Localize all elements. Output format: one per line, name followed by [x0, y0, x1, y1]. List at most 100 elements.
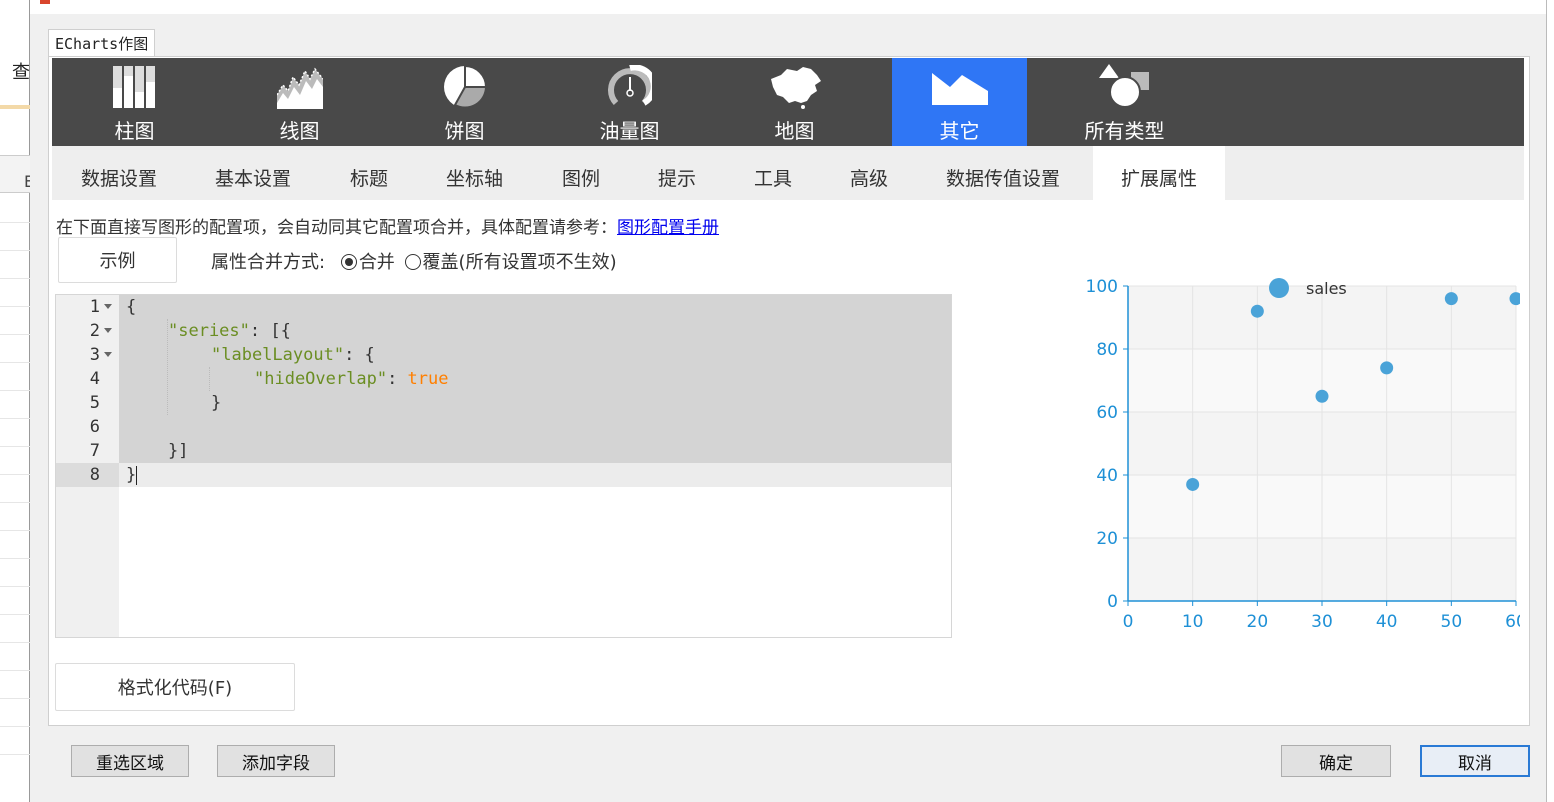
panel-tab-echarts[interactable]: ECharts作图 — [48, 29, 156, 57]
code-line: 6 — [56, 415, 951, 439]
echarts-dialog: ECharts作图 柱图 线图 饼图 油量图 地图 其它 所有类型 数据设置 基… — [30, 0, 1546, 802]
tab-extended-properties[interactable]: 扩展属性 — [1093, 146, 1226, 200]
tab-data-passing[interactable]: 数据传值设置 — [946, 164, 1060, 191]
background-grid-line — [0, 250, 30, 251]
chart-type-label: 线图 — [279, 119, 320, 143]
code-editor[interactable]: 1 { 2 "series": [{ 3 "labelLayout": { 4 … — [55, 294, 952, 638]
x-tick-label: 10 — [1182, 612, 1204, 632]
override-option[interactable]: 覆盖(所有设置项不生效) — [404, 252, 617, 273]
line-number: 5 — [89, 393, 100, 413]
background-text: 查 — [12, 62, 30, 83]
tab-title[interactable]: 标题 — [350, 164, 388, 191]
code-text: { — [126, 297, 137, 317]
code-line: 7 }] — [56, 439, 951, 463]
code-line: 4 "hideOverlap": true — [56, 367, 951, 391]
background-grid-line — [0, 222, 30, 223]
tab-advanced[interactable]: 高级 — [850, 164, 888, 191]
chart-preview: 0 20 40 60 80 100 0 10 20 30 40 50 60 sales — [1086, 277, 1520, 632]
code-text: } — [211, 393, 222, 413]
tab-data-settings[interactable]: 数据设置 — [81, 164, 157, 191]
background-grid-line — [0, 362, 30, 363]
code-punct: : — [387, 369, 408, 389]
background-grid-line — [0, 278, 30, 279]
settings-tab-bar: 数据设置 基本设置 标题 坐标轴 图例 提示 工具 高级 数据传值设置 扩展属性 — [52, 146, 1524, 200]
legend-marker — [1269, 278, 1289, 298]
fold-arrow-icon[interactable] — [104, 304, 112, 309]
code-line-current: 8 } — [56, 463, 951, 487]
radio-merge[interactable] — [340, 254, 357, 270]
scatter-point — [1250, 304, 1264, 318]
code-text: "series": [{ — [168, 321, 291, 341]
code-key: "series" — [168, 321, 250, 341]
line-number: 3 — [89, 345, 100, 365]
background-grid-line — [0, 642, 30, 643]
y-tick-label: 20 — [1096, 529, 1118, 549]
chart-type-gauge-chart[interactable]: 油量图 — [562, 58, 697, 146]
code-text: "labelLayout": { — [211, 345, 375, 365]
fold-arrow-icon[interactable] — [104, 352, 112, 357]
code-punct: : { — [344, 345, 375, 365]
chart-type-pie-chart[interactable]: 饼图 — [397, 58, 532, 146]
background-app-left: 查 E — [0, 0, 34, 802]
line-chart-icon — [232, 62, 367, 112]
example-button[interactable]: 示例 — [58, 237, 177, 283]
reselect-area-button[interactable]: 重选区域 — [71, 745, 189, 777]
add-field-button[interactable]: 添加字段 — [217, 745, 335, 777]
background-grid-line — [0, 698, 30, 699]
chart-type-line-chart[interactable]: 线图 — [232, 58, 367, 146]
line-number: 8 — [89, 465, 100, 485]
chart-type-label: 油量图 — [599, 119, 660, 143]
x-tick-label: 20 — [1247, 612, 1269, 632]
code-text: "hideOverlap": true — [254, 369, 449, 389]
background-grid-line — [0, 306, 30, 307]
scatter-point — [1380, 361, 1394, 375]
config-manual-link[interactable]: 图形配置手册 — [617, 218, 719, 238]
code-key: "hideOverlap" — [254, 369, 388, 389]
chart-type-bar: 柱图 线图 饼图 油量图 地图 其它 所有类型 — [52, 58, 1524, 146]
line-number: 1 — [89, 297, 100, 317]
code-text: } — [126, 465, 137, 485]
format-code-button[interactable]: 格式化代码(F) — [55, 663, 295, 711]
background-grid-line — [0, 530, 30, 531]
scatter-point — [1444, 292, 1458, 306]
chart-type-label: 其它 — [939, 119, 980, 143]
radio-override[interactable] — [404, 254, 421, 270]
background-grid-line — [0, 586, 30, 587]
gauge-chart-icon — [562, 62, 697, 112]
x-tick-label: 30 — [1311, 612, 1333, 632]
background-grid-line — [0, 446, 30, 447]
tab-axis[interactable]: 坐标轴 — [446, 164, 503, 191]
dialog-app-icon — [40, 0, 50, 4]
ok-button[interactable]: 确定 — [1281, 745, 1391, 777]
merge-option[interactable]: 合并 — [340, 252, 395, 273]
tab-tooltip[interactable]: 提示 — [658, 164, 696, 191]
other-chart-icon — [892, 62, 1027, 112]
cancel-button[interactable]: 取消 — [1420, 745, 1530, 777]
tab-legend[interactable]: 图例 — [562, 164, 600, 191]
x-tick-label: 40 — [1376, 612, 1398, 632]
chart-type-all-types[interactable]: 所有类型 — [1057, 58, 1192, 146]
legend-label: sales — [1306, 279, 1347, 298]
y-tick-label: 80 — [1096, 340, 1118, 360]
line-number: 6 — [89, 417, 100, 437]
chart-type-label: 饼图 — [444, 119, 485, 143]
code-line: 5 } — [56, 391, 951, 415]
tab-tools[interactable]: 工具 — [754, 164, 792, 191]
y-tick-label: 0 — [1107, 592, 1118, 612]
code-boolean: true — [407, 369, 449, 389]
background-grid-line — [0, 502, 30, 503]
chart-type-label: 地图 — [774, 119, 815, 143]
scatter-point — [1315, 389, 1329, 403]
chart-type-map-chart[interactable]: 地图 — [727, 58, 862, 146]
background-grid-line — [0, 558, 30, 559]
code-punct: : [{ — [249, 321, 291, 341]
map-chart-icon — [727, 62, 862, 112]
line-number: 2 — [89, 321, 100, 341]
code-text: }] — [168, 441, 189, 461]
chart-type-other-chart[interactable]: 其它 — [892, 58, 1027, 146]
chart-type-bar-chart[interactable]: 柱图 — [67, 58, 202, 146]
tab-basic-settings[interactable]: 基本设置 — [215, 164, 291, 191]
pie-chart-icon — [397, 62, 532, 112]
radio-override-label: 覆盖(所有设置项不生效) — [422, 252, 617, 273]
fold-arrow-icon[interactable] — [104, 328, 112, 333]
